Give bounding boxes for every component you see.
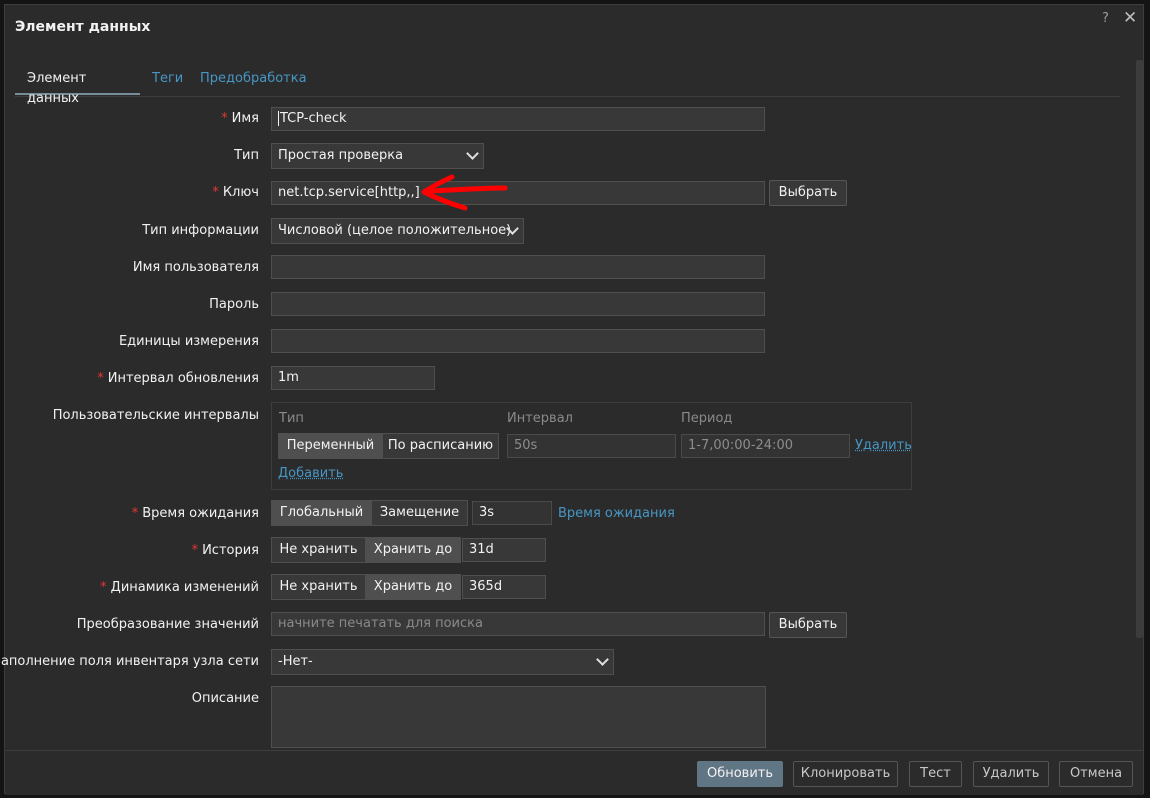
type-select[interactable]: Простая проверка (271, 143, 484, 169)
required-mark: * (191, 543, 199, 558)
timeout-override-toggle[interactable]: Замещение (371, 500, 468, 526)
units-input[interactable] (271, 329, 765, 353)
scrollbar[interactable] (1136, 60, 1143, 638)
key-input[interactable]: net.tcp.service[http,,] (271, 181, 765, 205)
trends-no-toggle[interactable]: Не хранить (271, 574, 366, 600)
trends-keep-toggle[interactable]: Хранить до (365, 574, 461, 600)
tab-tags[interactable]: Теги (152, 69, 183, 95)
info-type-select[interactable]: Числовой (целое положительное) (271, 218, 524, 244)
tab-preprocessing[interactable]: Предобработка (200, 69, 307, 95)
chevron-down-icon (466, 147, 479, 160)
description-textarea[interactable] (271, 686, 766, 748)
tab-item[interactable]: Элемент данных (15, 69, 140, 106)
history-keep-toggle[interactable]: Хранить до (365, 537, 461, 563)
required-mark: * (131, 506, 139, 521)
trends-input[interactable]: 365d (462, 575, 546, 599)
delete-button[interactable]: Удалить (973, 761, 1049, 787)
update-button[interactable]: Обновить (697, 761, 783, 787)
key-select-button[interactable]: Выбрать (769, 180, 847, 206)
description-label: Описание (191, 691, 259, 706)
col-interval-header: Интервал (507, 411, 573, 426)
timeout-label: * Время ожидания (131, 506, 259, 521)
dialog-title: Элемент данных (15, 19, 151, 35)
add-interval-link[interactable]: Добавить (278, 466, 343, 481)
col-type-header: Тип (279, 411, 304, 426)
required-mark: * (100, 580, 107, 595)
clone-button[interactable]: Клонировать (793, 761, 898, 787)
seg-flexible[interactable]: Переменный (278, 433, 383, 459)
name-input[interactable]: TCP-check (271, 107, 765, 131)
text-cursor (278, 111, 279, 126)
units-label: Единицы измерения (118, 334, 259, 349)
delay-input[interactable]: 1m (271, 366, 435, 390)
timeout-global-toggle[interactable]: Глобальный (271, 500, 372, 526)
remove-interval-link[interactable]: Удалить (855, 438, 912, 453)
inventory-select[interactable]: -Нет- (271, 649, 614, 675)
valuemap-label: Преобразование значений (76, 617, 259, 632)
help-icon[interactable]: ? (1102, 11, 1109, 26)
info-type-label: Тип информации (142, 223, 259, 238)
close-icon[interactable]: ✕ (1123, 8, 1137, 28)
required-mark: * (212, 185, 219, 200)
trends-label: * Динамика изменений (100, 580, 259, 595)
inventory-label: Заполнение поля инвентаря узла сети (0, 654, 259, 669)
timeout-input[interactable]: 3s (472, 501, 552, 525)
required-mark: * (221, 111, 228, 126)
chevron-down-icon (596, 653, 609, 666)
history-input[interactable]: 31d (462, 538, 546, 562)
item-dialog: Элемент данных ? ✕ Элемент данных Теги П… (0, 4, 1144, 795)
key-label: * Ключ (212, 185, 259, 200)
history-no-toggle[interactable]: Не хранить (271, 537, 366, 563)
tab-bar: Элемент данных Теги Предобработка (15, 69, 1120, 106)
username-input[interactable] (271, 255, 765, 279)
valuemap-input[interactable]: начните печатать для поиска (271, 612, 765, 636)
timeout-settings-link[interactable]: Время ожидания (558, 506, 675, 521)
valuemap-select-button[interactable]: Выбрать (769, 612, 847, 638)
period-input[interactable]: 1-7,00:00-24:00 (681, 434, 850, 458)
col-period-header: Период (681, 411, 733, 426)
custom-intervals-table: Тип Интервал Период Переменный По распис… (271, 402, 912, 490)
test-button[interactable]: Тест (909, 761, 962, 787)
name-label: * Имя (221, 111, 259, 126)
delay-label: * Интервал обновления (97, 371, 259, 386)
required-mark: * (97, 371, 104, 386)
password-input[interactable] (271, 292, 765, 316)
custom-intervals-label: Пользовательские интервалы (52, 408, 259, 423)
seg-scheduling[interactable]: По расписанию (382, 433, 499, 459)
dialog-footer: Обновить Клонировать Тест Удалить Отмена (5, 750, 1143, 795)
type-label: Тип (234, 148, 259, 163)
cancel-button[interactable]: Отмена (1059, 761, 1133, 787)
password-label: Пароль (209, 297, 259, 312)
interval-input[interactable]: 50s (507, 434, 676, 458)
history-label: * История (191, 543, 259, 558)
username-label: Имя пользователя (132, 260, 259, 275)
